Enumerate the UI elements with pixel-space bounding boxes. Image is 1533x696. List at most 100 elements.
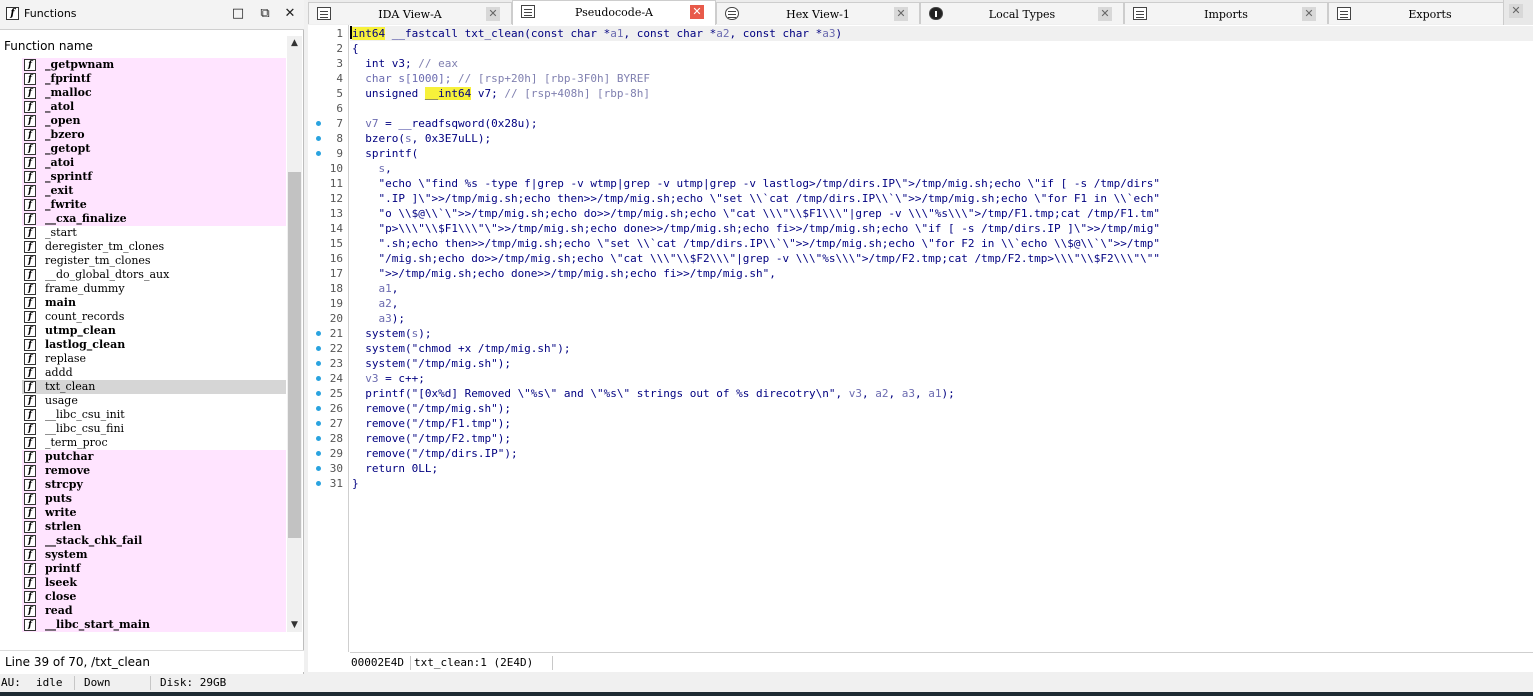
function-list-item[interactable]: f _atoi: [22, 156, 286, 170]
gutter-line[interactable]: 1: [308, 26, 349, 41]
function-list-item[interactable]: f __do_global_dtors_aux: [22, 268, 286, 282]
function-list-item[interactable]: f frame_dummy: [22, 282, 286, 296]
code-line[interactable]: "echo \"find %s -type f|grep -v wtmp|gre…: [352, 176, 1159, 191]
function-list-item[interactable]: f __cxa_finalize: [22, 212, 286, 226]
tab-close-icon[interactable]: ✕: [486, 7, 500, 21]
code-line[interactable]: bzero(s, 0x3E7uLL);: [352, 131, 491, 146]
scroll-up-icon[interactable]: ▲: [287, 36, 302, 50]
function-list-item[interactable]: f _getpwnam: [22, 58, 286, 72]
code-line[interactable]: v3 = c++;: [352, 371, 425, 386]
code-line[interactable]: ">>/tmp/mig.sh;echo done>>/tmp/mig.sh;ec…: [352, 266, 775, 281]
function-list-item[interactable]: f system: [22, 548, 286, 562]
breakpoint-dot-icon[interactable]: [316, 406, 321, 411]
scrollbar-thumb[interactable]: [288, 172, 301, 538]
function-list-item[interactable]: f _malloc: [22, 86, 286, 100]
function-list-item[interactable]: f printf: [22, 562, 286, 576]
function-list-item[interactable]: f strlen: [22, 520, 286, 534]
function-list-item[interactable]: f lseek: [22, 576, 286, 590]
breakpoint-dot-icon[interactable]: [316, 376, 321, 381]
function-list-item[interactable]: f _atol: [22, 100, 286, 114]
code-line[interactable]: int v3; // eax: [352, 56, 458, 71]
function-list-item[interactable]: f register_tm_clones: [22, 254, 286, 268]
function-list-item[interactable]: f _exit: [22, 184, 286, 198]
pseudocode-text[interactable]: int64 __fastcall txt_clean(const char *a…: [350, 25, 1533, 652]
function-list-item[interactable]: f _term_proc: [22, 436, 286, 450]
function-list-item[interactable]: f main: [22, 296, 286, 310]
gutter-line[interactable]: 14: [308, 221, 349, 236]
tab-close-icon[interactable]: ✕: [1302, 7, 1316, 21]
tab-imports[interactable]: Imports ✕: [1124, 2, 1328, 24]
code-line[interactable]: unsigned __int64 v7; // [rsp+408h] [rbp-…: [352, 86, 650, 101]
function-list-item[interactable]: f __libc_start_main: [22, 618, 286, 632]
code-line[interactable]: char s[1000]; // [rsp+20h] [rbp-3F0h] BY…: [352, 71, 650, 86]
function-list-item[interactable]: f usage: [22, 394, 286, 408]
code-line[interactable]: system("chmod +x /tmp/mig.sh");: [352, 341, 570, 356]
breakpoint-dot-icon[interactable]: [316, 421, 321, 426]
maximize-icon[interactable]: □: [230, 6, 246, 22]
gutter-line[interactable]: 28: [308, 431, 349, 446]
gutter-line[interactable]: 26: [308, 401, 349, 416]
tab-ida-view-a[interactable]: IDA View-A ✕: [308, 2, 512, 24]
function-list-item[interactable]: f __stack_chk_fail: [22, 534, 286, 548]
gutter-line[interactable]: 2: [308, 41, 349, 56]
function-list-item[interactable]: f _fprintf: [22, 72, 286, 86]
code-line[interactable]: ".IP ]\">>/tmp/mig.sh;echo then>>/tmp/mi…: [352, 191, 1159, 206]
code-line[interactable]: "/mig.sh;echo do>>/tmp/mig.sh;echo \"cat…: [352, 251, 1159, 266]
code-line[interactable]: "o \\$@\\`\">>/tmp/mig.sh;echo do>>/tmp/…: [352, 206, 1159, 221]
function-list-item[interactable]: f _getopt: [22, 142, 286, 156]
tab-local-types[interactable]: Local Types ✕: [920, 2, 1124, 24]
code-line[interactable]: v7 = __readfsqword(0x28u);: [352, 116, 537, 131]
function-list-item[interactable]: f _bzero: [22, 128, 286, 142]
search-direction[interactable]: Down: [84, 674, 111, 692]
breakpoint-dot-icon[interactable]: [316, 361, 321, 366]
gutter-line[interactable]: 27: [308, 416, 349, 431]
function-list-item[interactable]: f read: [22, 604, 286, 618]
gutter-line[interactable]: 7: [308, 116, 349, 131]
gutter-line[interactable]: 30: [308, 461, 349, 476]
gutter-line[interactable]: 9: [308, 146, 349, 161]
function-list-item[interactable]: f lastlog_clean: [22, 338, 286, 352]
function-list-item[interactable]: f count_records: [22, 310, 286, 324]
function-list-item[interactable]: f _start: [22, 226, 286, 240]
function-list-item[interactable]: f putchar: [22, 450, 286, 464]
gutter-line[interactable]: 8: [308, 131, 349, 146]
function-list-item[interactable]: f remove: [22, 464, 286, 478]
breakpoint-dot-icon[interactable]: [316, 436, 321, 441]
code-line[interactable]: int64 __fastcall txt_clean(const char *a…: [350, 26, 1533, 41]
gutter-line[interactable]: 15: [308, 236, 349, 251]
code-line[interactable]: s,: [352, 161, 391, 176]
breakpoint-dot-icon[interactable]: [316, 466, 321, 471]
function-list-scrollbar[interactable]: ▲ ▼: [287, 36, 302, 632]
gutter-line[interactable]: 6: [308, 101, 349, 116]
function-list-item[interactable]: f _sprintf: [22, 170, 286, 184]
code-line[interactable]: sprintf(: [352, 146, 418, 161]
gutter-line[interactable]: 16: [308, 251, 349, 266]
function-list-item[interactable]: f deregister_tm_clones: [22, 240, 286, 254]
function-list-item[interactable]: f __libc_csu_init: [22, 408, 286, 422]
restore-icon[interactable]: ⧉: [257, 6, 273, 22]
close-icon[interactable]: ✕: [1509, 4, 1523, 18]
function-list-item[interactable]: f _open: [22, 114, 286, 128]
gutter-line[interactable]: 5: [308, 86, 349, 101]
code-line[interactable]: a1,: [352, 281, 398, 296]
tab-exports[interactable]: Exports ✕: [1328, 2, 1532, 24]
tab-close-icon[interactable]: ✕: [1098, 7, 1112, 21]
function-list-item[interactable]: f close: [22, 590, 286, 604]
tab-hex-view-1[interactable]: Hex View-1 ✕: [716, 2, 920, 24]
gutter-line[interactable]: 17: [308, 266, 349, 281]
breakpoint-dot-icon[interactable]: [316, 136, 321, 141]
code-line[interactable]: printf("[0x%d] Removed \"%s\" and \"%s\"…: [352, 386, 954, 401]
code-line[interactable]: a2,: [352, 296, 398, 311]
function-list-item[interactable]: f _fwrite: [22, 198, 286, 212]
breakpoint-dot-icon[interactable]: [316, 346, 321, 351]
function-list-item[interactable]: f replase: [22, 352, 286, 366]
gutter-line[interactable]: 13: [308, 206, 349, 221]
breakpoint-dot-icon[interactable]: [316, 151, 321, 156]
code-line[interactable]: }: [352, 476, 359, 491]
gutter-line[interactable]: 3: [308, 56, 349, 71]
function-list-item[interactable]: f __libc_csu_fini: [22, 422, 286, 436]
gutter-line[interactable]: 4: [308, 71, 349, 86]
breakpoint-dot-icon[interactable]: [316, 451, 321, 456]
gutter-line[interactable]: 25: [308, 386, 349, 401]
code-line[interactable]: "p>\\\"\\$F1\\\"\">>/tmp/mig.sh;echo don…: [352, 221, 1159, 236]
